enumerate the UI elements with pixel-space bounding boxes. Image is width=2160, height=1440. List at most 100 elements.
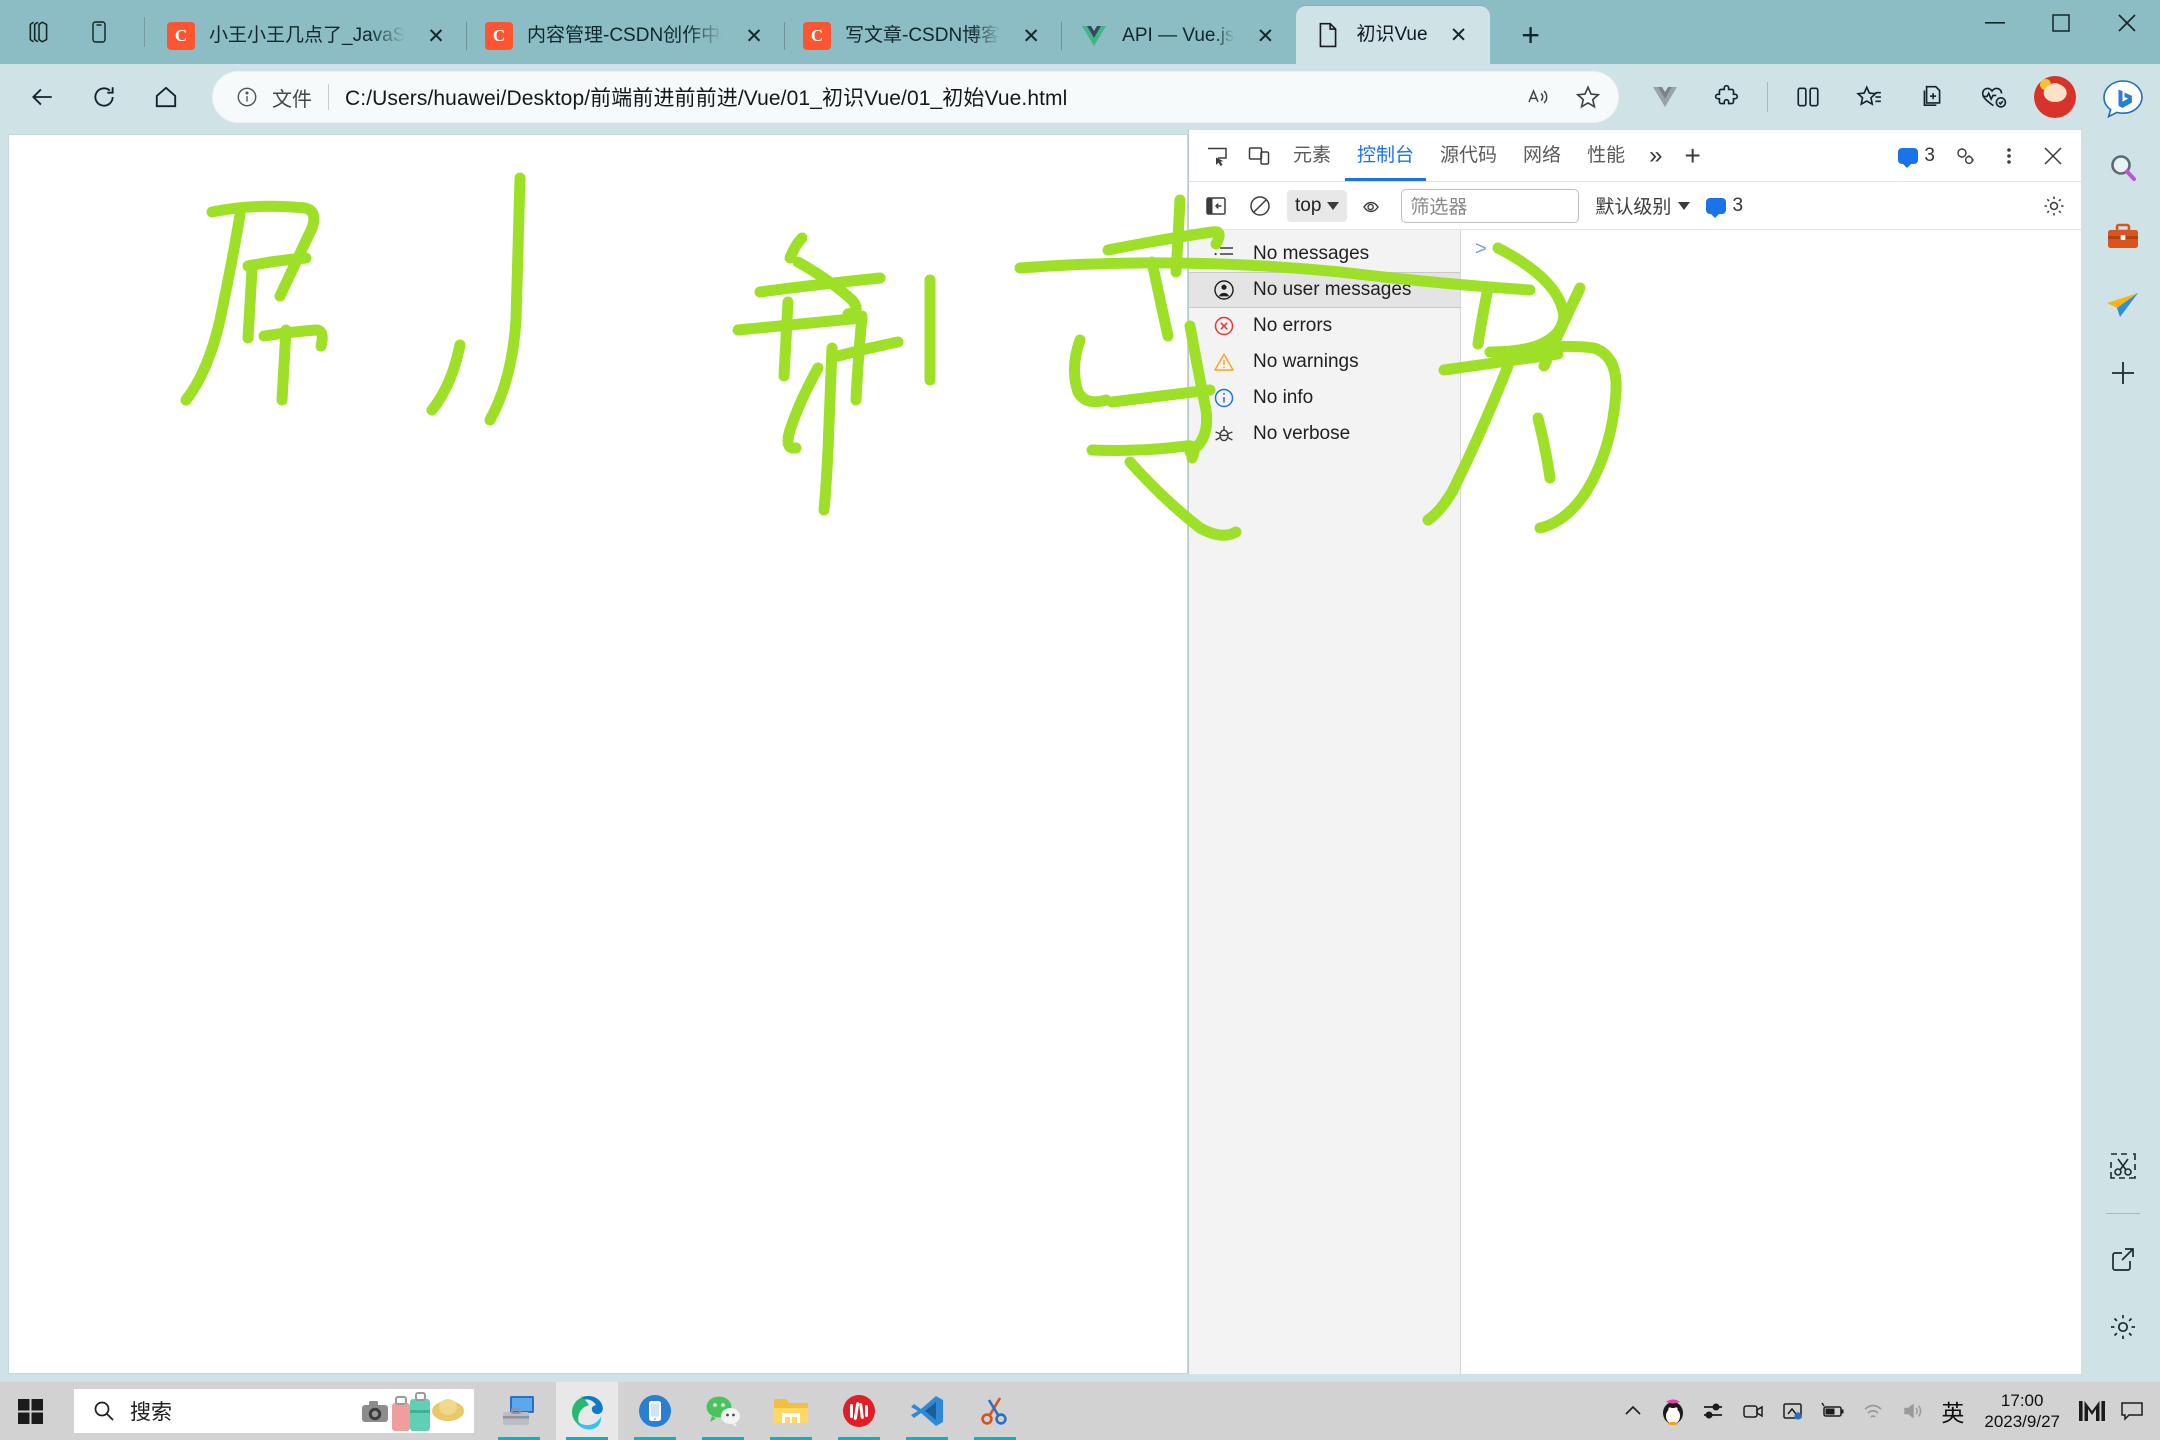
tab-item-active[interactable]: 初识Vue ✕ xyxy=(1296,6,1490,64)
settings-sliders-icon[interactable] xyxy=(1695,1393,1731,1429)
add-icon[interactable] xyxy=(2094,344,2152,402)
console-settings-icon[interactable] xyxy=(2037,189,2071,223)
phone-link-icon[interactable] xyxy=(624,1382,686,1440)
devtools-tab-console[interactable]: 控制台 xyxy=(1345,131,1426,181)
msedge-m-icon[interactable] xyxy=(2074,1393,2110,1429)
workspaces-icon[interactable] xyxy=(20,13,58,51)
avatar[interactable] xyxy=(2034,76,2076,118)
windows-start-icon[interactable] xyxy=(0,1382,62,1440)
new-tab-button[interactable]: + xyxy=(1508,12,1554,58)
devtools-tab-performance[interactable]: 性能 xyxy=(1575,131,1637,181)
site-info-icon[interactable] xyxy=(232,82,262,112)
microsoft-edge-icon[interactable] xyxy=(556,1382,618,1440)
tab-close-button[interactable]: ✕ xyxy=(737,19,771,53)
search-icon[interactable] xyxy=(2094,140,2152,198)
notification-icon[interactable] xyxy=(2114,1393,2150,1429)
wifi-icon[interactable] xyxy=(1855,1393,1891,1429)
tab-close-button[interactable]: ✕ xyxy=(1014,19,1048,53)
tab-actions-icon[interactable] xyxy=(80,13,118,51)
collections-icon[interactable] xyxy=(1842,69,1898,125)
tab-close-button[interactable]: ✕ xyxy=(419,19,453,53)
devtools-tab-network[interactable]: 网络 xyxy=(1511,131,1573,181)
netease-music-icon[interactable] xyxy=(828,1382,890,1440)
tab-close-button[interactable]: ✕ xyxy=(1442,18,1476,52)
clear-console-icon[interactable] xyxy=(1243,189,1277,223)
battery-icon[interactable] xyxy=(1815,1393,1851,1429)
console-output-area[interactable]: > xyxy=(1461,230,2081,1374)
tab-item[interactable]: API — Vue.js ✕ xyxy=(1061,8,1296,64)
tab-item[interactable]: C 内容管理-CSDN创作中心 ✕ xyxy=(466,8,785,64)
csdn-icon: C xyxy=(167,22,195,50)
vscode-icon[interactable] xyxy=(896,1382,958,1440)
devtools-tab-sources[interactable]: 源代码 xyxy=(1428,131,1509,181)
screenshot-icon[interactable] xyxy=(1775,1393,1811,1429)
maximize-button[interactable] xyxy=(2028,0,2094,46)
volume-icon[interactable] xyxy=(1895,1393,1931,1429)
browser-essentials-icon[interactable] xyxy=(1966,69,2022,125)
web-page-viewport[interactable] xyxy=(8,134,1188,1374)
tab-item[interactable]: C 小王小王几点了_JavaSc ✕ xyxy=(149,8,467,64)
search-input[interactable]: 搜索 xyxy=(74,1389,474,1433)
more-tabs-icon[interactable]: » xyxy=(1639,142,1672,170)
reload-icon[interactable] xyxy=(76,69,132,125)
address-bar[interactable]: 文件 C:/Users/huawei/Desktop/前端前进前前进/Vue/0… xyxy=(212,71,1619,123)
wechat-icon[interactable] xyxy=(692,1382,754,1440)
search-placeholder: 搜索 xyxy=(130,1401,172,1424)
console-context-selector[interactable]: top xyxy=(1287,189,1348,222)
settings-gear-icon[interactable] xyxy=(2094,1298,2152,1356)
snipaste-icon[interactable] xyxy=(964,1382,1026,1440)
console-issue-badge[interactable]: 3 xyxy=(1700,195,1749,218)
paper-plane-icon[interactable] xyxy=(2094,276,2152,334)
more-options-icon[interactable] xyxy=(1989,136,2029,176)
tab-close-button[interactable]: ✕ xyxy=(1248,19,1282,53)
vue-devtools-icon[interactable] xyxy=(1637,69,1693,125)
close-button[interactable] xyxy=(2094,0,2160,46)
camera-icon[interactable] xyxy=(1735,1393,1771,1429)
tools-icon[interactable] xyxy=(2094,208,2152,266)
inspect-element-icon[interactable] xyxy=(1197,136,1237,176)
console-sidebar-item-errors[interactable]: No errors xyxy=(1189,308,1460,344)
home-icon[interactable] xyxy=(138,69,194,125)
console-sidebar-label: No info xyxy=(1253,387,1314,408)
search-icon xyxy=(94,1401,114,1421)
devtools-tab-elements[interactable]: 元素 xyxy=(1281,131,1343,181)
device-toolbar-icon[interactable] xyxy=(1239,136,1279,176)
vue-icon xyxy=(1080,22,1108,50)
console-log-level-selector[interactable]: 默认级别 xyxy=(1595,192,1691,219)
console-filter-input[interactable]: 筛选器 xyxy=(1401,188,1580,223)
read-aloud-icon[interactable] xyxy=(1515,74,1561,120)
divider xyxy=(1767,82,1768,112)
open-in-new-icon[interactable] xyxy=(2094,1230,2152,1288)
add-to-collections-icon[interactable] xyxy=(1904,69,1960,125)
console-sidebar-item-user-messages[interactable]: No user messages xyxy=(1189,272,1460,308)
console-sidebar-toggle-icon[interactable] xyxy=(1199,189,1233,223)
console-sidebar-item-info[interactable]: No info xyxy=(1189,380,1460,416)
live-expression-eye-icon[interactable] xyxy=(1357,189,1391,223)
extensions-icon[interactable] xyxy=(1699,69,1755,125)
show-hidden-icons-icon[interactable] xyxy=(1615,1393,1651,1429)
split-screen-icon[interactable] xyxy=(1780,69,1836,125)
qq-icon[interactable] xyxy=(1655,1393,1691,1429)
console-filter-placeholder: 筛选器 xyxy=(1410,197,1468,218)
tab-title: 内容管理-CSDN创作中心 xyxy=(527,25,723,46)
computer-toolbox-icon[interactable] xyxy=(488,1382,550,1440)
console-sidebar-item-verbose[interactable]: No verbose xyxy=(1189,416,1460,452)
star-icon[interactable] xyxy=(1565,74,1611,120)
tab-item[interactable]: C 写文章-CSDN博客 ✕ xyxy=(783,8,1062,64)
close-devtools-icon[interactable] xyxy=(2033,136,2073,176)
ime-indicator[interactable]: 英 xyxy=(1935,1394,1970,1428)
snip-icon[interactable] xyxy=(2094,1137,2152,1195)
back-arrow-icon[interactable] xyxy=(14,69,70,125)
minimize-button[interactable] xyxy=(1962,0,2028,46)
console-sidebar-item-messages[interactable]: No messages xyxy=(1189,236,1460,272)
edge-sidebar xyxy=(2085,64,2160,1382)
bing-copilot-icon[interactable] xyxy=(2094,72,2152,130)
devtools-settings-icon[interactable] xyxy=(1945,136,1985,176)
console-sidebar-label: No messages xyxy=(1253,243,1370,264)
issues-badge[interactable]: 3 xyxy=(1892,145,1941,168)
file-explorer-icon[interactable] xyxy=(760,1382,822,1440)
add-panel-button[interactable]: + xyxy=(1674,140,1710,172)
clock[interactable]: 17:00 2023/9/27 xyxy=(1974,1390,2070,1432)
console-sidebar-item-warnings[interactable]: No warnings xyxy=(1189,344,1460,380)
tab-title: 写文章-CSDN博客 xyxy=(845,25,1001,46)
